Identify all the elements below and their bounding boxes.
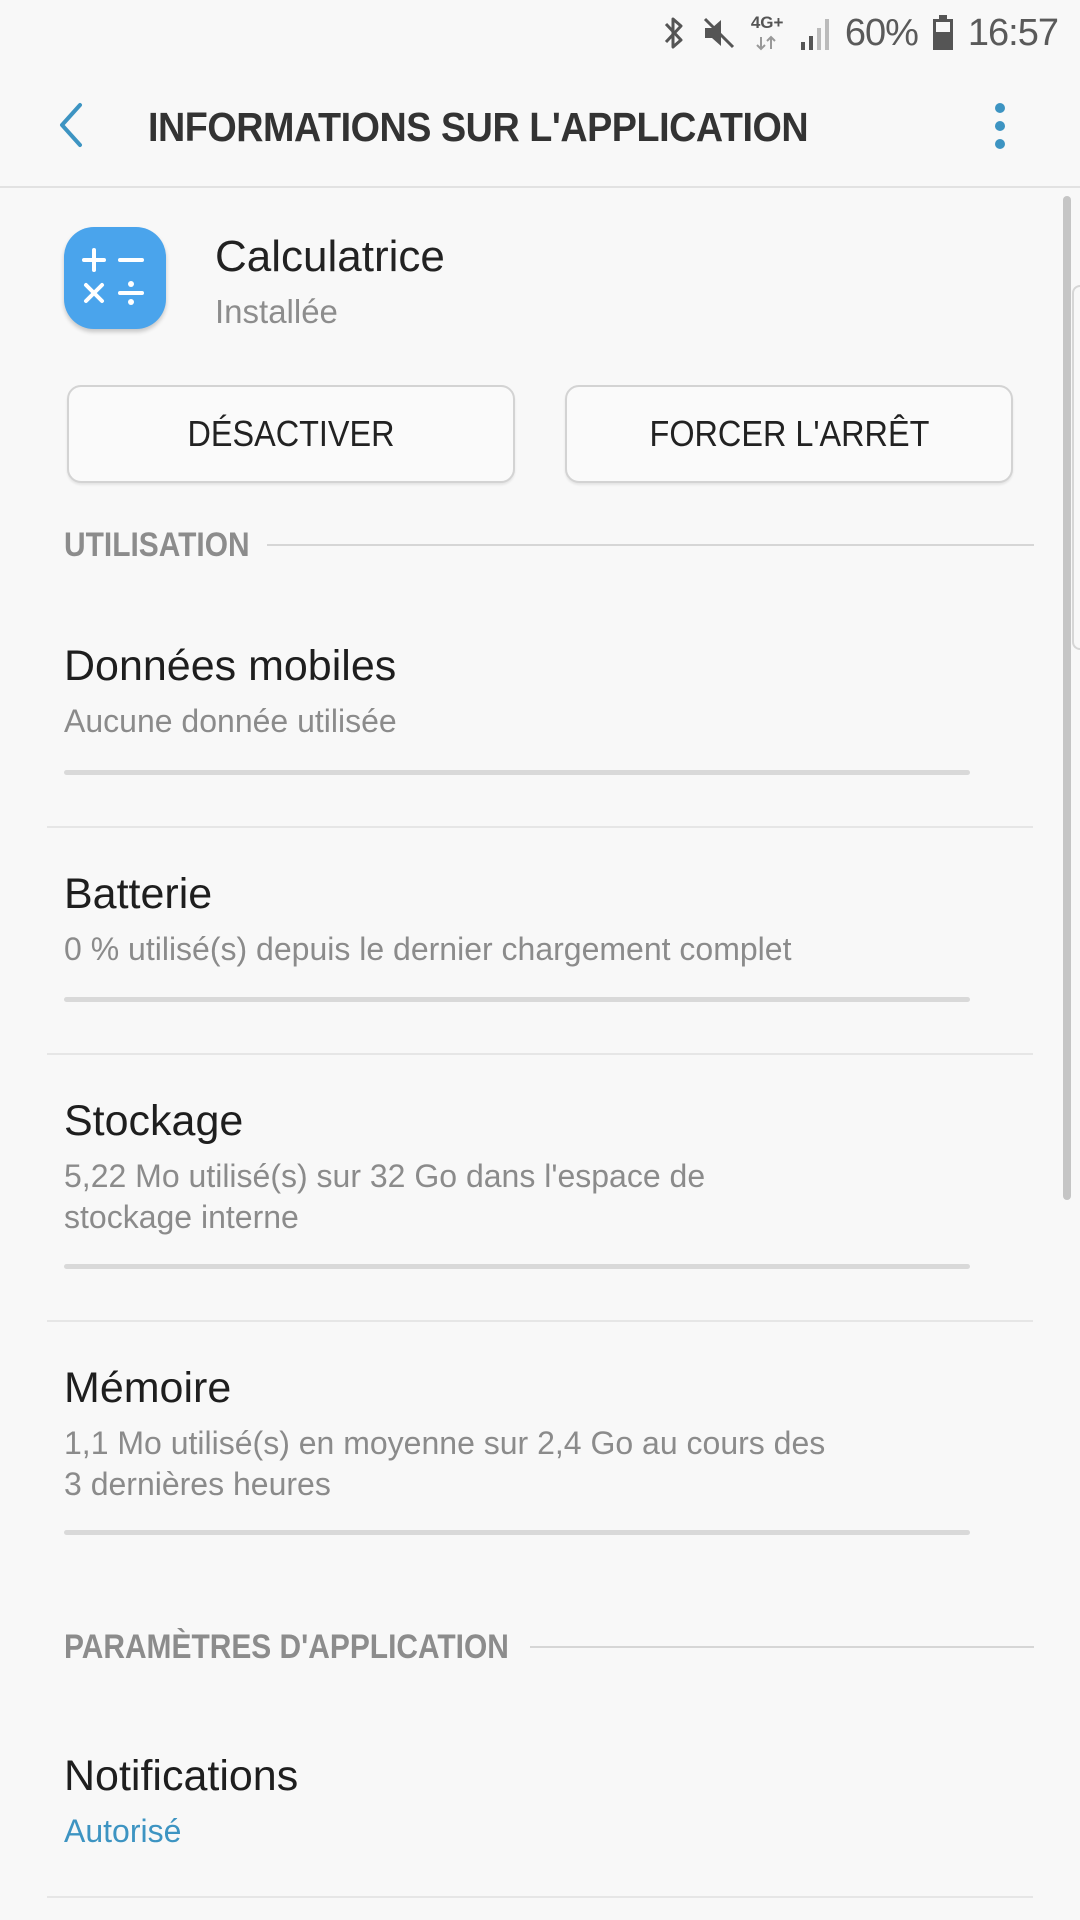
disable-button[interactable]: DÉSACTIVER xyxy=(67,385,515,483)
back-button[interactable] xyxy=(46,102,96,152)
bluetooth-icon xyxy=(661,14,687,52)
section-divider xyxy=(529,1646,1034,1648)
section-header-app-settings: PARAMÈTRES D'APPLICATION xyxy=(64,1625,1034,1669)
usage-bar-battery xyxy=(64,997,970,1002)
app-bar: INFORMATIONS SUR L'APPLICATION xyxy=(0,66,1080,188)
edge-panel-handle[interactable] xyxy=(1072,285,1080,650)
chevron-left-icon xyxy=(56,102,86,153)
app-install-status: Installée xyxy=(215,293,338,330)
calculator-icon xyxy=(64,227,166,329)
force-stop-button[interactable]: FORCER L'ARRÊT xyxy=(565,385,1013,483)
list-item-notifications[interactable]: Notifications Autorisé xyxy=(64,1752,970,1852)
more-vert-icon xyxy=(994,102,1006,154)
usage-bar-memory xyxy=(64,1530,970,1535)
more-options-button[interactable] xyxy=(980,100,1020,156)
section-header-usage: UTILISATION xyxy=(64,523,1034,567)
mute-icon xyxy=(701,15,737,51)
network-4g-icon: 4G+ xyxy=(751,13,785,53)
usage-bar-storage xyxy=(64,1264,970,1269)
divider xyxy=(47,1053,1033,1055)
list-item-memory[interactable]: Mémoire 1,1 Mo utilisé(s) en moyenne sur… xyxy=(64,1364,970,1505)
usage-bar-mobile-data xyxy=(64,770,970,775)
page-title: INFORMATIONS SUR L'APPLICATION xyxy=(148,104,809,150)
list-item-storage[interactable]: Stockage 5,22 Mo utilisé(s) sur 32 Go da… xyxy=(64,1097,970,1238)
status-bar: 4G+ 60% 16:57 xyxy=(0,0,1080,66)
clock: 16:57 xyxy=(967,11,1059,54)
battery-icon xyxy=(932,15,954,51)
divider xyxy=(47,826,1033,828)
divider xyxy=(47,1320,1033,1322)
section-divider xyxy=(266,544,1034,546)
battery-percent: 60% xyxy=(844,11,919,54)
divider xyxy=(47,1896,1033,1898)
signal-icon xyxy=(799,16,831,50)
list-item-mobile-data[interactable]: Données mobiles Aucune donnée utilisée xyxy=(64,642,970,742)
list-item-battery[interactable]: Batterie 0 % utilisé(s) depuis le dernie… xyxy=(64,870,970,970)
app-name: Calculatrice xyxy=(215,232,445,281)
scrollbar[interactable] xyxy=(1063,196,1071,1200)
